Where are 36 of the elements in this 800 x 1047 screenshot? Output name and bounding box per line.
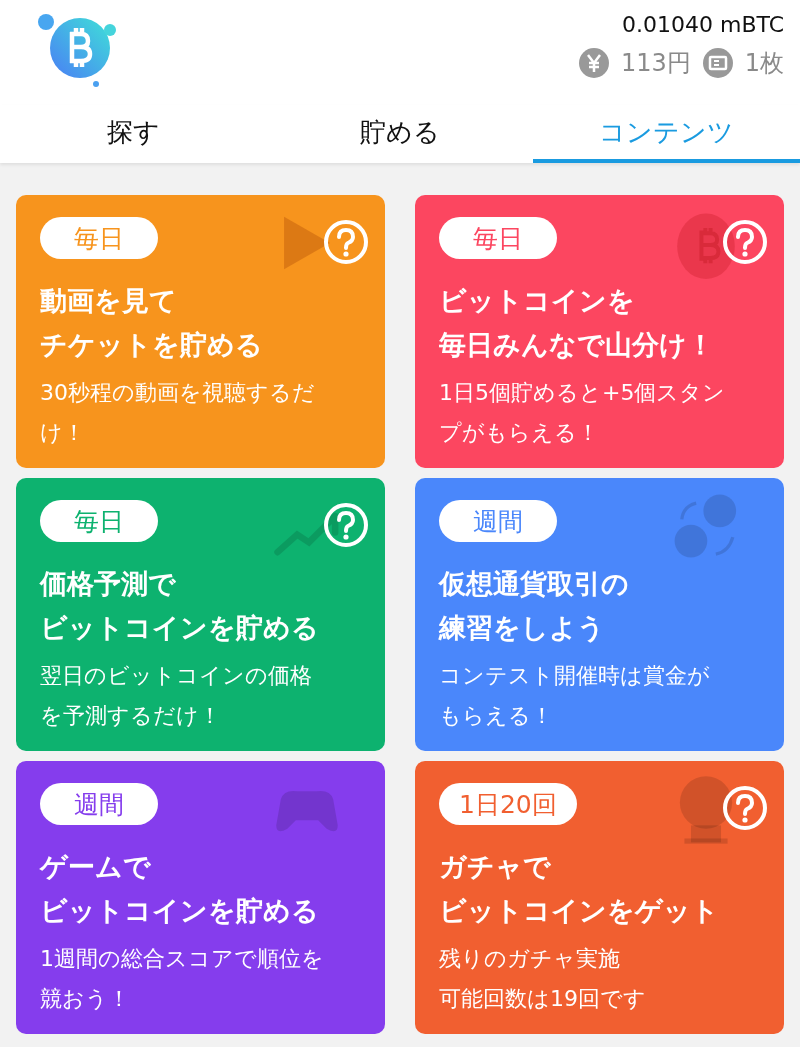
card-description: 翌日のビットコインの価格 を予測するだけ！ <box>40 662 312 730</box>
help-icon[interactable] <box>722 785 768 831</box>
card-title: ビットコインを 毎日みんなで山分け！ <box>439 284 714 362</box>
content-card[interactable]: 毎日 価格予測で ビットコインを貯める 翌日のビットコインの価格 を予測するだけ！ <box>16 478 385 751</box>
tab[interactable]: 探す <box>0 105 267 163</box>
card-description: 1日5個貯めると+5個スタン プがもらえる！ <box>439 379 726 447</box>
frequency-badge: 週間 <box>439 500 557 542</box>
card-description: 残りのガチャ実施 可能回数は19回です <box>439 945 646 1013</box>
card-title: 動画を見て チケットを貯める <box>40 284 263 362</box>
frequency-badge: 毎日 <box>439 217 557 259</box>
yen-amount: 113円 <box>620 48 691 79</box>
content-card[interactable]: 週間 ゲームで ビットコインを貯める 1週間の総合スコアで順位を 競おう！ <box>16 761 385 1034</box>
content-card[interactable]: 週間 仮想通貨取引の 練習をしよう コンテスト開催時は賞金が もらえる！ <box>415 478 784 751</box>
help-icon[interactable] <box>323 502 369 548</box>
card-title: 仮想通貨取引の 練習をしよう <box>439 567 629 645</box>
help-icon[interactable] <box>722 219 768 265</box>
card-description: 1週間の総合スコアで順位を 競おう！ <box>40 945 324 1013</box>
card-title: ゲームで ビットコインを貯める <box>40 850 319 928</box>
card-description: コンテスト開催時は賞金が もらえる！ <box>439 662 710 730</box>
frequency-badge: 毎日 <box>40 217 158 259</box>
content-card[interactable]: 1日20回 ガチャで ビットコインをゲット 残りのガチャ実施 可能回数は19回です <box>415 761 784 1034</box>
help-icon[interactable] <box>323 219 369 265</box>
frequency-badge: 1日20回 <box>439 783 577 825</box>
frequency-badge: 週間 <box>40 783 158 825</box>
content-card[interactable]: 毎日 動画を見て チケットを貯める 30秒程の動画を視聴するだ け！ <box>16 195 385 468</box>
card-title: 価格予測で ビットコインを貯める <box>40 567 319 645</box>
tab[interactable]: コンテンツ <box>533 105 800 163</box>
frequency-badge: 毎日 <box>40 500 158 542</box>
ticket-icon <box>702 48 733 78</box>
card-description: 30秒程の動画を視聴するだ け！ <box>40 379 315 447</box>
yen-icon <box>578 48 609 78</box>
ticket-count: 1枚 <box>744 48 784 79</box>
card-title: ガチャで ビットコインをゲット <box>439 850 719 928</box>
balance-text: 0.01040 mBTC <box>622 12 784 37</box>
tab[interactable]: 貯める <box>266 105 534 163</box>
content-card[interactable]: 毎日 ビットコインを 毎日みんなで山分け！ 1日5個貯めると+5個スタン プがもらえる！ <box>415 195 784 468</box>
